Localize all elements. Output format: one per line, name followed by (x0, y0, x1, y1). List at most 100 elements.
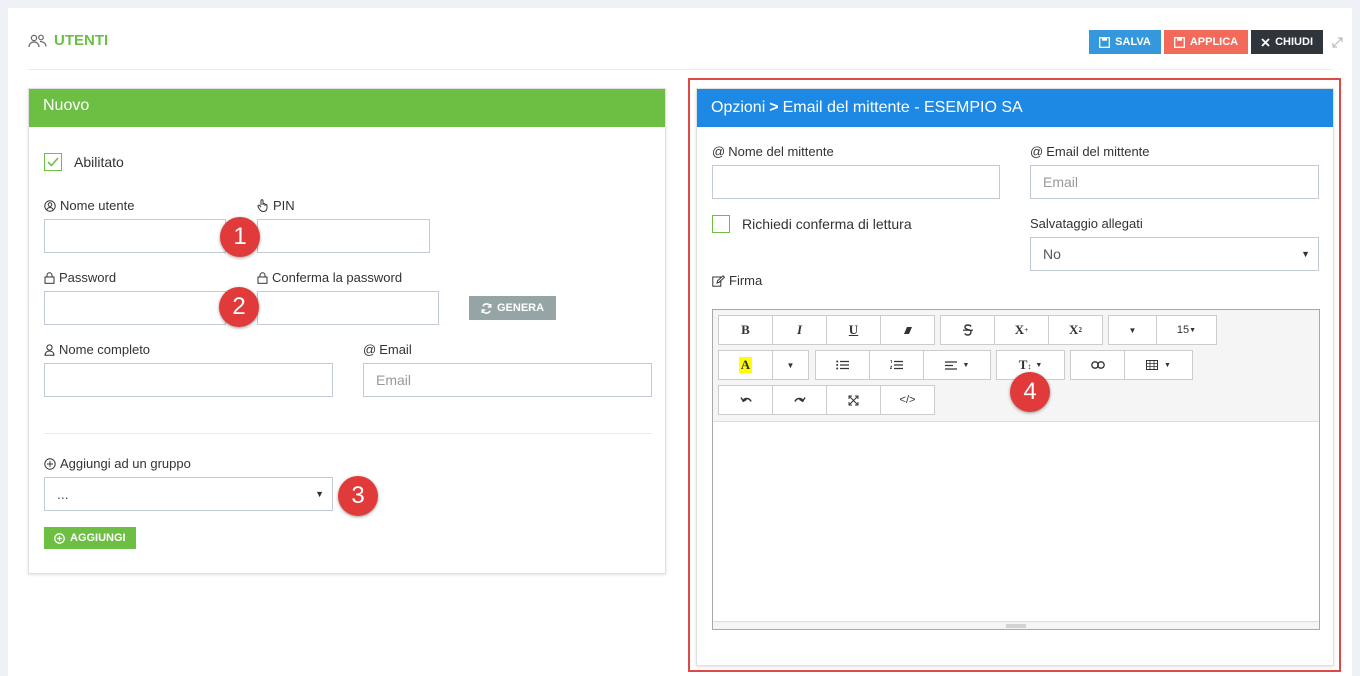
sender-email-breadcrumb: Email del mittente - ESEMPIO SA (782, 99, 1023, 116)
pin-label-text: PIN (273, 198, 295, 213)
undo-button[interactable] (718, 385, 773, 415)
close-button-label: CHIUDI (1275, 36, 1313, 48)
fullname-input[interactable] (44, 363, 333, 397)
enabled-label: Abilitato (74, 154, 124, 170)
save-button[interactable]: SALVA (1089, 30, 1161, 54)
group-select-value: ... (57, 486, 69, 502)
strikethrough-icon (962, 324, 973, 336)
sender-name-label-text: Nome del mittente (728, 144, 834, 159)
password-input[interactable] (44, 291, 226, 325)
chevron-down-icon: ▼ (1164, 361, 1171, 369)
color-dropdown[interactable]: ▼ (772, 350, 809, 380)
sender-name-input[interactable] (712, 165, 1000, 199)
fullname-label: Nome completo (44, 342, 150, 357)
select-caret-icon: ▼ (315, 489, 324, 499)
attachments-label: Salvataggio allegati (1030, 216, 1143, 231)
floppy-icon (1099, 36, 1111, 48)
underline-button[interactable]: U (826, 315, 881, 345)
redo-button[interactable] (772, 385, 827, 415)
font-size-value: 15 (1176, 324, 1190, 336)
users-icon (28, 34, 47, 47)
resize-grip[interactable] (713, 621, 1319, 629)
username-label: Nome utente (44, 198, 134, 213)
enabled-checkbox[interactable] (44, 153, 62, 171)
bold-button[interactable]: B (718, 315, 773, 345)
lock-icon (44, 271, 55, 284)
numbered-list-button[interactable] (869, 350, 924, 380)
signature-label-text: Firma (729, 273, 763, 288)
username-input[interactable] (44, 219, 226, 253)
header-buttons: SALVA APPLICA CHIUDI (1086, 30, 1344, 54)
strikethrough-button[interactable] (940, 315, 995, 345)
font-family-dropdown[interactable]: ▼ (1108, 315, 1157, 345)
bullet-list-icon (836, 360, 849, 370)
subscript-button[interactable]: X2 (1048, 315, 1103, 345)
check-icon (47, 157, 59, 167)
chevron-down-icon: ▼ (1035, 361, 1043, 369)
annotation-badge-3: 3 (338, 476, 378, 516)
undo-icon (739, 396, 752, 402)
email-input[interactable]: Email (363, 363, 652, 397)
lock-icon (257, 271, 268, 284)
plus-circle-icon (44, 457, 56, 470)
highlight-color-button[interactable]: A (718, 350, 773, 380)
apply-button-label: APPLICA (1189, 36, 1239, 48)
superscript-button[interactable]: X + (994, 315, 1049, 345)
edit-icon (712, 274, 725, 287)
email-label: @ Email (363, 342, 412, 357)
code-view-button[interactable]: </> (880, 385, 935, 415)
align-left-icon (944, 360, 957, 370)
sender-email-panel-title: Opzioni > Email del mittente - ESEMPIO S… (697, 89, 1333, 127)
superscript-label: X (1014, 322, 1025, 337)
link-button[interactable] (1070, 350, 1125, 380)
eraser-icon (903, 326, 912, 334)
generate-button[interactable]: GENERA (469, 296, 557, 320)
floppy-icon (1173, 36, 1185, 48)
fullscreen-icon (848, 395, 859, 405)
chevron-down-icon: ▼ (962, 361, 970, 369)
at-icon: @ (712, 144, 726, 159)
italic-button[interactable]: I (772, 315, 827, 345)
font-size-dropdown[interactable]: 15 ▼ (1156, 315, 1217, 345)
editor-content-area[interactable] (713, 422, 1319, 621)
generate-button-label: GENERA (497, 302, 545, 314)
refresh-icon (481, 302, 492, 314)
eraser-button[interactable] (880, 315, 935, 345)
group-select[interactable]: ... ▼ (44, 477, 333, 511)
add-button[interactable]: AGGIUNGI (44, 527, 136, 549)
add-group-label-text: Aggiungi ad un gruppo (60, 456, 191, 471)
annotation-badge-2: 2 (219, 287, 259, 327)
save-button-label: SALVA (1115, 36, 1151, 48)
add-button-label: AGGIUNGI (70, 532, 126, 544)
select-caret-icon: ▼ (1301, 249, 1310, 259)
email-label-text: Email (379, 342, 412, 357)
plus-circle-icon (54, 532, 65, 544)
sender-email-input[interactable]: Email (1030, 165, 1319, 199)
confirm-password-label: Conferma la password (257, 270, 402, 285)
table-icon (1146, 360, 1159, 370)
header-divider (28, 69, 1332, 70)
sender-email-label-text: Email del mittente (1046, 144, 1150, 159)
close-button[interactable]: CHIUDI (1251, 30, 1323, 54)
attachments-select[interactable]: No ▼ (1030, 237, 1319, 271)
align-dropdown[interactable]: ▼ (923, 350, 991, 380)
annotation-badge-4: 4 (1010, 372, 1050, 412)
header: UTENTI SALVA APPLICA CHIUDI (28, 30, 1344, 60)
section-divider (44, 433, 652, 434)
read-receipt-checkbox[interactable] (712, 215, 730, 233)
fullscreen-button[interactable] (826, 385, 881, 415)
options-breadcrumb[interactable]: Opzioni (711, 99, 765, 117)
user-circle-icon (44, 199, 56, 212)
expand-icon[interactable] (1331, 36, 1344, 49)
annotation-badge-1: 1 (220, 217, 260, 257)
bullet-list-button[interactable] (815, 350, 870, 380)
confirm-password-input[interactable] (257, 291, 439, 325)
link-icon (1090, 361, 1105, 369)
pin-input[interactable] (257, 219, 430, 253)
apply-button[interactable]: APPLICA (1163, 30, 1249, 54)
attachments-select-value: No (1043, 246, 1061, 262)
table-dropdown[interactable]: ▼ (1124, 350, 1193, 380)
grip-icon (1006, 624, 1026, 627)
new-user-panel-title: Nuovo (29, 89, 665, 127)
text-height-icon: T↕ (1018, 357, 1032, 372)
